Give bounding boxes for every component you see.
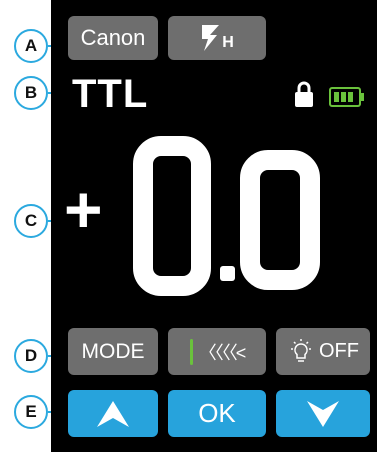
flash-mode-sub: H bbox=[222, 34, 234, 51]
light-toggle-button[interactable]: OFF bbox=[276, 328, 370, 375]
callout-a: A bbox=[14, 29, 48, 63]
value-decimal-digit bbox=[240, 150, 320, 290]
brand-label: Canon bbox=[80, 25, 146, 50]
value-sign: + bbox=[64, 172, 103, 246]
callout-b: B bbox=[14, 76, 48, 110]
flash-mode-button[interactable]: H bbox=[168, 16, 266, 60]
down-button[interactable] bbox=[276, 390, 370, 437]
callout-d: D bbox=[14, 339, 48, 373]
mode-button[interactable]: MODE bbox=[68, 328, 158, 375]
ok-button[interactable]: OK bbox=[168, 390, 266, 437]
value-integer-digit bbox=[133, 136, 211, 296]
up-button[interactable] bbox=[68, 390, 158, 437]
callout-e: E bbox=[14, 395, 48, 429]
light-toggle-label: OFF bbox=[319, 340, 359, 362]
battery-icon bbox=[329, 87, 364, 107]
zoom-level-arrows: 〈〈〈〈< bbox=[198, 342, 246, 363]
lock-icon bbox=[295, 81, 313, 107]
mode-indicator: TTL bbox=[72, 72, 149, 116]
zoom-indicator-bar bbox=[189, 338, 193, 365]
flash-bolt-icon bbox=[202, 25, 220, 51]
mode-button-label: MODE bbox=[81, 339, 145, 363]
zoom-level-button[interactable]: 〈〈〈〈< bbox=[168, 328, 266, 375]
bulb-icon bbox=[291, 338, 311, 362]
down-arrow-icon bbox=[307, 400, 339, 427]
brand-button[interactable]: Canon bbox=[68, 16, 158, 60]
callout-c: C bbox=[14, 204, 48, 238]
ok-button-label: OK bbox=[198, 398, 236, 428]
value-decimal-point bbox=[220, 266, 235, 281]
up-arrow-icon bbox=[97, 400, 129, 427]
